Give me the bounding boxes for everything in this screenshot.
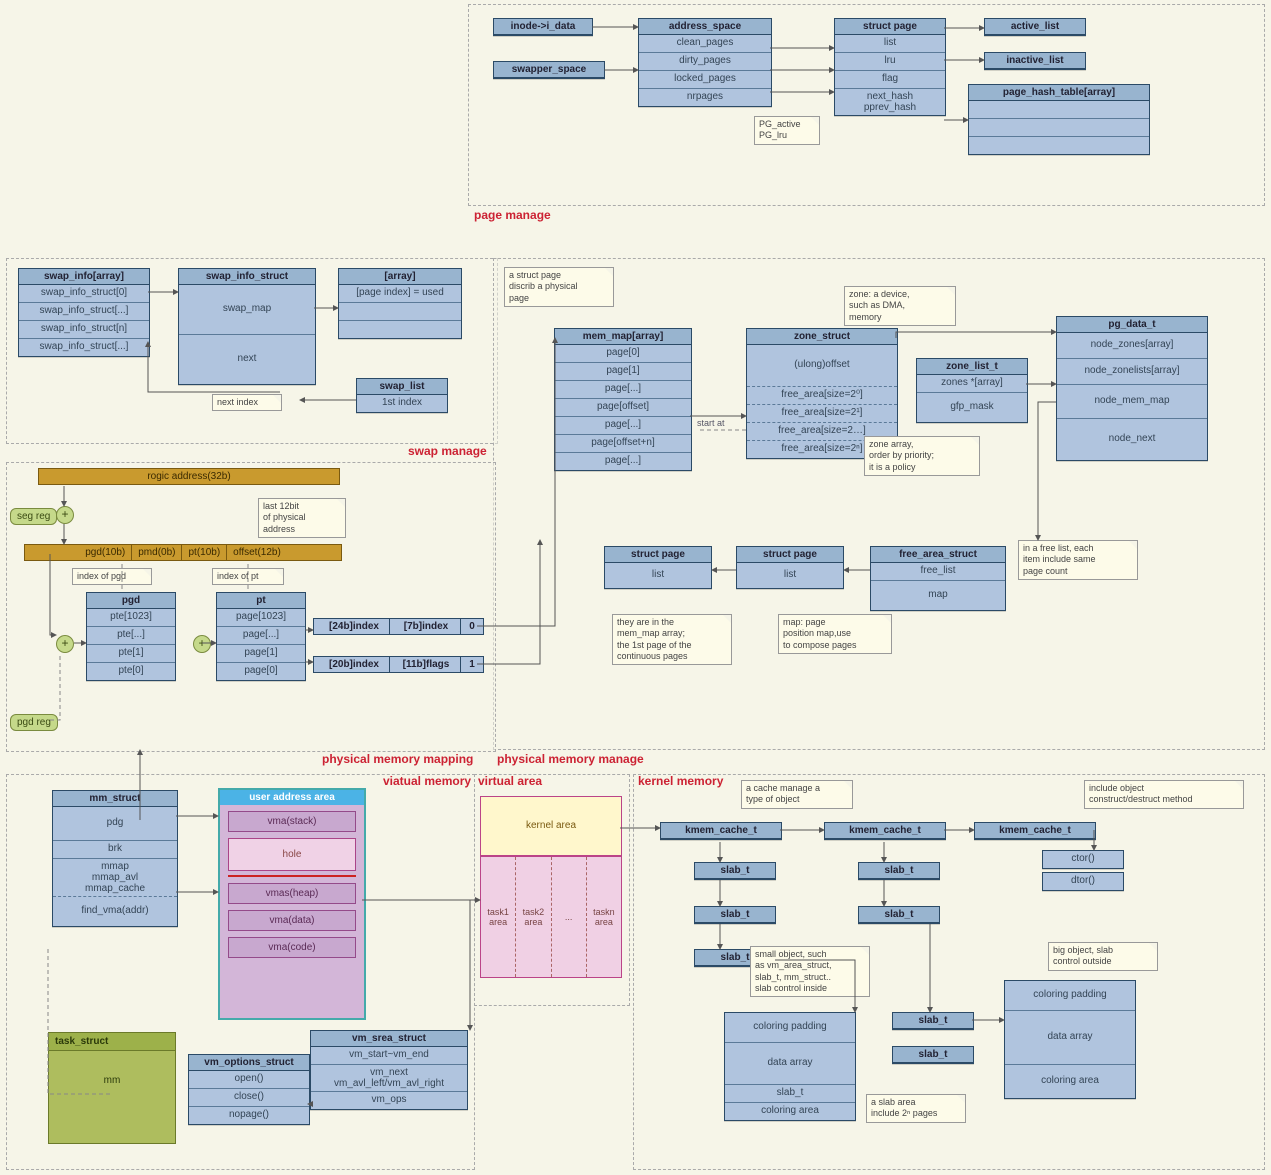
entity-address-space: address_space clean_pages dirty_pages lo…	[638, 18, 772, 107]
gold-segments: pgd(10b)pmd(0b)pt(10b)offset(12b)	[24, 544, 342, 561]
note-map-pages: map: page position map,use to compose pa…	[778, 614, 892, 654]
plus-seg: +	[56, 506, 74, 524]
note-idx-pt: index of pt	[212, 568, 284, 585]
cell-flag-0: 0	[460, 618, 484, 635]
entity-slab-box-a: coloring padding data array slab_t color…	[724, 1012, 856, 1121]
entity-pt: pt page[1023] page[...] page[1] page[0]	[216, 592, 306, 681]
entity-struct-page-r: struct page list	[736, 546, 844, 589]
cell-7b-index: [7b]index	[389, 618, 463, 635]
note-pg-active: PG_active PG_lru	[754, 116, 820, 145]
box-task-areas: task1 area task2 area ... taskn area	[480, 856, 622, 978]
label-kernel-memory: kernel memory	[638, 774, 723, 788]
entity-pg-data-t: pg_data_t node_zones[array] node_zonelis…	[1056, 316, 1208, 461]
label-virtual-memory: viatual memory	[383, 774, 471, 788]
entity-inactive-list: inactive_list	[984, 52, 1086, 70]
cell-11b-flags: [11b]flags	[389, 656, 463, 673]
box-user-address-area: user address area vma(stack) hole vmas(h…	[218, 788, 366, 1020]
note-zone-list: zone array, order by priority; it is a p…	[864, 436, 980, 476]
entity-kmem-3: kmem_cache_t	[974, 822, 1096, 840]
note-next-index: next index	[212, 394, 282, 411]
entity-mem-map: mem_map[array] page[0] page[1] page[...]…	[554, 328, 692, 471]
entity-slab-c2: slab_t	[892, 1046, 974, 1064]
entity-page-hash-table: page_hash_table[array]	[968, 84, 1150, 155]
entity-inode: inode->i_data	[493, 18, 593, 36]
cell-20b-index: [20b]index	[313, 656, 395, 673]
entity-kmem-2: kmem_cache_t	[824, 822, 946, 840]
entity-struct-page-top: struct page list lru flag next_hash ppre…	[834, 18, 946, 116]
note-small-object: small object, such as vm_area_struct, sl…	[750, 946, 870, 997]
entity-vm-options-struct: vm_options_struct open() close() nopage(…	[188, 1054, 310, 1125]
label-virtual-area: virtual area	[478, 774, 542, 788]
note-last12: last 12bit of physical address	[258, 498, 346, 538]
entity-struct-page-l: struct page list	[604, 546, 712, 589]
label-phys-mapping: physical memory mapping	[322, 752, 473, 766]
entity-pgd: pgd pte[1023] pte[...] pte[1] pte[0]	[86, 592, 176, 681]
cell-flag-1: 1	[460, 656, 484, 673]
entity-vm-srea-struct: vm_srea_struct vm_start~vm_end vm_next v…	[310, 1030, 468, 1110]
entity-slab-box-b: coloring padding data array coloring are…	[1004, 980, 1136, 1099]
cell-24b-index: [24b]index	[313, 618, 395, 635]
inode-header: inode->i_data	[494, 19, 592, 35]
entity-ctor: ctor()	[1042, 850, 1124, 869]
label-start-at: start at	[697, 418, 725, 428]
entity-swap-info-array: swap_info[array] swap_info_struct[0] swa…	[18, 268, 150, 357]
note-ctor: include object construct/destruct method	[1084, 780, 1244, 809]
box-kernel-area: kernel area	[480, 796, 622, 856]
entity-mm-struct: mm_struct pdg brk mmap mmap_avl mmap_cac…	[52, 790, 178, 927]
plus-pt: +	[193, 635, 211, 653]
badge-pgd-reg: pgd reg	[10, 714, 58, 731]
box-task-struct: task_struct mm	[48, 1032, 176, 1144]
entity-zone-list-t: zone_list_t zones *[array] gfp_mask	[916, 358, 1028, 423]
entity-slab-a1: slab_t	[694, 862, 776, 880]
label-page-manage: page manage	[474, 208, 551, 222]
label-swap-manage: swap manage	[408, 444, 487, 458]
note-big-object: big object, slab control outside	[1048, 942, 1158, 971]
entity-slab-b1: slab_t	[858, 862, 940, 880]
entity-dtor: dtor()	[1042, 872, 1124, 891]
note-struct-page: a struct page discrib a physical page	[504, 267, 614, 307]
note-idx-pgd: index of pgd	[72, 568, 152, 585]
note-cache-manage: a cache manage a type of object	[741, 780, 853, 809]
entity-free-area-struct: free_area_struct free_list map	[870, 546, 1006, 611]
entity-slab-b2: slab_t	[858, 906, 940, 924]
badge-seg-reg: seg reg	[10, 508, 57, 525]
entity-kmem-1: kmem_cache_t	[660, 822, 782, 840]
entity-active-list: active_list	[984, 18, 1086, 36]
note-continuous-pages: they are in the mem_map array; the 1st p…	[612, 614, 732, 665]
entity-slab-a2: slab_t	[694, 906, 776, 924]
entity-swap-list: swap_list 1st index	[356, 378, 448, 413]
entity-swapper-space: swapper_space	[493, 61, 605, 79]
note-free-list: in a free list, each item include same p…	[1018, 540, 1138, 580]
plus-pgd: +	[56, 635, 74, 653]
label-phys-manage: physical memory manage	[497, 752, 644, 766]
note-zone: zone: a device, such as DMA, memory	[844, 286, 956, 326]
entity-slab-c1: slab_t	[892, 1012, 974, 1030]
note-slab-area: a slab area include 2ⁿ pages	[866, 1094, 966, 1123]
entity-swap-info-struct: swap_info_struct swap_map next	[178, 268, 316, 385]
entity-swap-array: [array] [page index] = used	[338, 268, 462, 339]
gold-rogic-address: rogic address(32b)	[38, 468, 340, 485]
